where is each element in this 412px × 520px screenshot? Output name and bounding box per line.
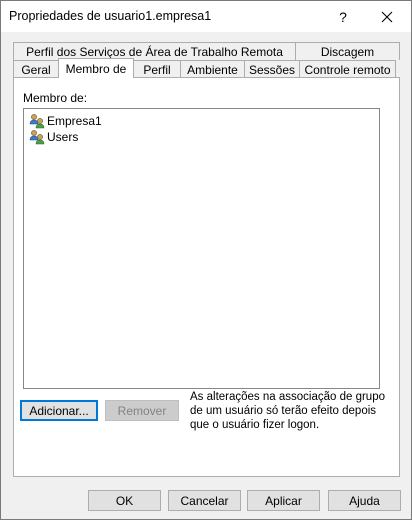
tab-environment[interactable]: Ambiente [180, 60, 245, 78]
tab-row-2: Geral Membro de Perfil Ambiente Sessões … [13, 58, 396, 78]
apply-button[interactable]: Aplicar [247, 490, 320, 511]
tab-dial-in[interactable]: Discagem [295, 42, 400, 60]
add-button[interactable]: Adicionar... [20, 400, 98, 421]
groups-listbox[interactable]: Empresa1 Users [23, 108, 380, 389]
member-of-label: Membro de: [23, 91, 88, 105]
list-item[interactable]: Users [29, 129, 78, 145]
group-name: Users [47, 130, 79, 144]
tab-general[interactable]: Geral [13, 60, 59, 78]
group-icon [29, 114, 45, 129]
tab-remote-control[interactable]: Controle remoto [299, 60, 396, 78]
member-of-panel: Membro de: Empresa1 Users Adicionar... R… [13, 77, 400, 477]
cancel-button[interactable]: Cancelar [168, 490, 241, 511]
close-button[interactable] [365, 1, 409, 32]
close-icon [381, 11, 393, 22]
list-item[interactable]: Empresa1 [29, 113, 102, 129]
properties-dialog: Propriedades de usuario1.empresa1 ? Perf… [0, 0, 412, 520]
help-button[interactable]: ? [321, 1, 365, 32]
tab-profile[interactable]: Perfil [133, 60, 181, 78]
tab-member-of[interactable]: Membro de [58, 58, 134, 78]
remove-button[interactable]: Remover [105, 400, 179, 421]
title-bar[interactable]: Propriedades de usuario1.empresa1 ? [1, 1, 411, 32]
group-name: Empresa1 [47, 114, 102, 128]
help-icon: ? [339, 8, 347, 25]
help-footer-button[interactable]: Ajuda [328, 490, 401, 511]
group-icon [29, 130, 45, 145]
tab-remote-desktop-profile[interactable]: Perfil dos Serviços de Área de Trabalho … [13, 42, 296, 60]
window-title: Propriedades de usuario1.empresa1 [9, 9, 212, 23]
tab-sessions[interactable]: Sessões [244, 60, 300, 78]
membership-note: As alterações na associação de grupo de … [190, 391, 385, 431]
ok-button[interactable]: OK [88, 490, 161, 511]
